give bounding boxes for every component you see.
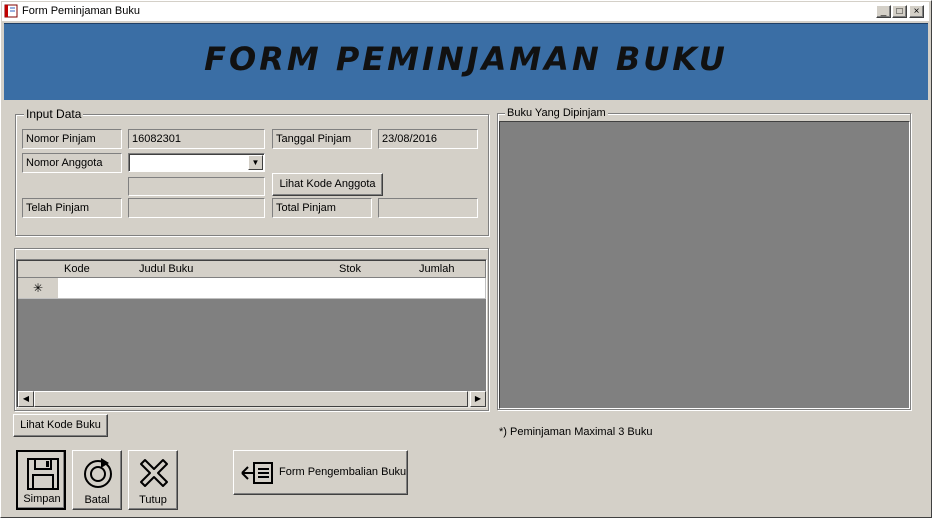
scroll-right-icon[interactable]: ▶ bbox=[470, 391, 486, 407]
column-header-jumlah[interactable]: Jumlah bbox=[413, 261, 486, 278]
form-pengembalian-label: Form Pengembalian Buku bbox=[279, 466, 407, 478]
floppy-disk-icon bbox=[27, 458, 59, 490]
cell-judul-buku[interactable] bbox=[133, 278, 334, 299]
scroll-left-icon[interactable]: ◀ bbox=[18, 391, 34, 407]
nama-anggota-field[interactable] bbox=[128, 177, 265, 196]
telah-pinjam-label: Telah Pinjam bbox=[22, 198, 122, 218]
close-button[interactable]: × bbox=[909, 5, 924, 18]
x-icon bbox=[140, 459, 168, 487]
maximize-button[interactable]: □ bbox=[892, 5, 907, 18]
simpan-button[interactable]: Simpan bbox=[16, 450, 66, 510]
buku-dipinjam-list[interactable] bbox=[499, 121, 910, 409]
column-header-kode[interactable]: Kode bbox=[58, 261, 134, 278]
cell-stok[interactable] bbox=[333, 278, 414, 299]
cell-kode[interactable] bbox=[58, 278, 134, 299]
column-header-judul-buku[interactable]: Judul Buku bbox=[133, 261, 334, 278]
tanggal-pinjam-label: Tanggal Pinjam bbox=[272, 129, 372, 149]
book-icon bbox=[4, 4, 18, 18]
new-row-marker: ✳ bbox=[18, 278, 59, 299]
book-grid[interactable]: Kode Judul Buku Stok Jumlah ✳ ◀ ▶ bbox=[16, 259, 487, 408]
batal-label: Batal bbox=[84, 494, 110, 506]
telah-pinjam-field[interactable] bbox=[128, 198, 265, 218]
horizontal-scrollbar[interactable]: ◀ ▶ bbox=[18, 391, 487, 408]
form-pengembalian-button[interactable]: Form Pengembalian Buku bbox=[233, 450, 408, 495]
simpan-label: Simpan bbox=[23, 493, 61, 505]
arrow-left-list-icon bbox=[241, 462, 273, 484]
header-banner: FORM PEMINJAMAN BUKU bbox=[4, 23, 928, 100]
input-data-legend: Input Data bbox=[24, 107, 84, 121]
nomor-pinjam-field[interactable]: 16082301 bbox=[128, 129, 265, 149]
cell-jumlah[interactable] bbox=[413, 278, 486, 299]
tutup-button[interactable]: Tutup bbox=[128, 450, 178, 510]
lihat-kode-anggota-button[interactable]: Lihat Kode Anggota bbox=[272, 173, 383, 196]
row-header-corner bbox=[18, 261, 59, 278]
chevron-down-icon[interactable]: ▼ bbox=[248, 155, 263, 170]
nomor-pinjam-label: Nomor Pinjam bbox=[22, 129, 122, 149]
nomor-anggota-combobox[interactable]: ▼ bbox=[128, 153, 265, 172]
buku-dipinjam-legend: Buku Yang Dipinjam bbox=[505, 107, 608, 119]
total-pinjam-field[interactable] bbox=[378, 198, 478, 218]
batal-button[interactable]: Batal bbox=[72, 450, 122, 510]
tanggal-pinjam-field[interactable]: 23/08/2016 bbox=[378, 129, 478, 149]
total-pinjam-label: Total Pinjam bbox=[272, 198, 372, 218]
banner-title: FORM PEMINJAMAN BUKU bbox=[204, 40, 728, 78]
window-title: Form Peminjaman Buku bbox=[22, 5, 140, 17]
max-loan-note: *) Peminjaman Maximal 3 Buku bbox=[499, 426, 653, 438]
tutup-label: Tutup bbox=[139, 494, 167, 506]
nomor-anggota-label: Nomor Anggota bbox=[22, 153, 122, 173]
minimize-button[interactable]: _ bbox=[876, 5, 891, 18]
lihat-kode-buku-button[interactable]: Lihat Kode Buku bbox=[13, 414, 108, 437]
title-bar[interactable] bbox=[2, 2, 929, 21]
column-header-stok[interactable]: Stok bbox=[333, 261, 414, 278]
scroll-thumb[interactable] bbox=[34, 391, 468, 407]
refresh-icon bbox=[84, 458, 112, 488]
